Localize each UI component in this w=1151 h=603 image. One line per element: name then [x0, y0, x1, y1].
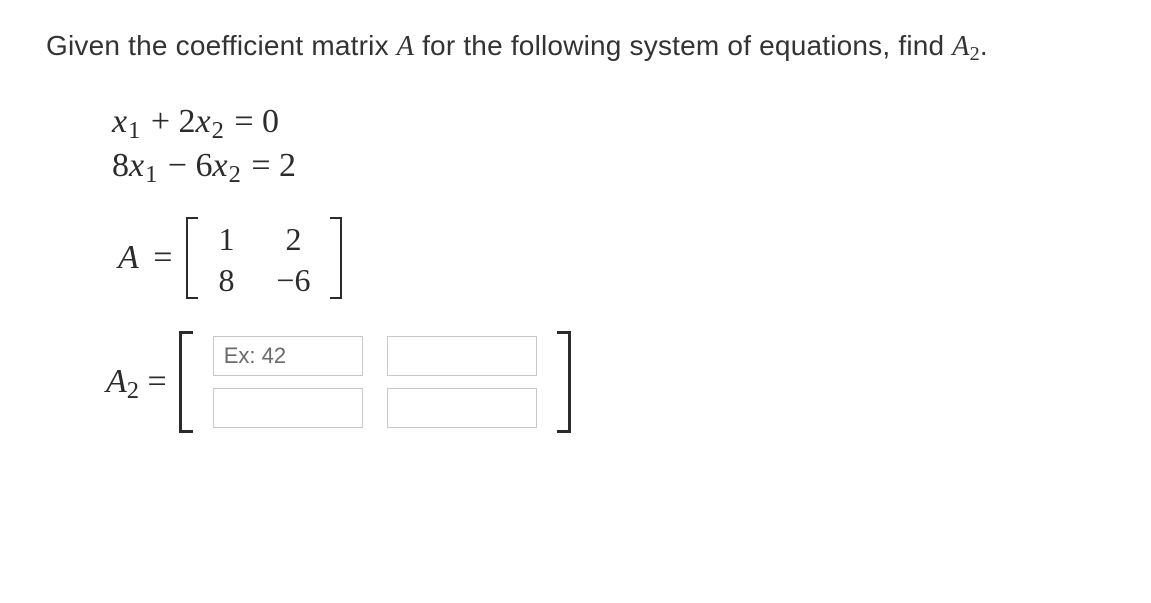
equation-system: x1 + 2x2 = 0 8x1 − 6x2 = 2 [112, 103, 1105, 185]
matrix-A-display: A = 1 2 8 −6 [118, 217, 1105, 299]
bracket-right-icon [326, 217, 342, 299]
eq1-c2: 2 [179, 103, 196, 140]
question-prompt: Given the coefficient matrix A for the f… [46, 30, 1105, 63]
matrixA-r1c1: 1 [218, 221, 234, 258]
prompt-A2: A [952, 31, 969, 62]
answer-row: A2 = [106, 331, 1105, 433]
matrix-A: 1 2 8 −6 [186, 217, 342, 299]
prompt-text-3: . [980, 30, 988, 61]
eq1-eq: = [226, 103, 262, 140]
answer-r2c2-input[interactable] [387, 388, 537, 428]
eq2-s2: 2 [229, 161, 241, 188]
answer-matrix [179, 331, 571, 433]
eq1-s2: 2 [212, 117, 224, 144]
matrixA-r2c1: 8 [218, 262, 234, 299]
matrixA-eq: = [145, 239, 173, 276]
bracket-left-icon [186, 217, 202, 299]
answer-r1c2-input[interactable] [387, 336, 537, 376]
equation-2: 8x1 − 6x2 = 2 [112, 147, 1105, 185]
answer-eq: = [139, 363, 167, 400]
matrixA-label: A [118, 239, 139, 276]
eq2-s1: 1 [145, 161, 157, 188]
matrixA-r2c2: −6 [276, 262, 310, 299]
prompt-A: A [397, 31, 414, 62]
eq1-op: + [142, 103, 178, 140]
eq2-rhs: 2 [279, 147, 296, 184]
matrixA-r1c2: 2 [285, 221, 301, 258]
bracket-left-icon [179, 331, 197, 433]
eq2-c1: 8 [112, 147, 129, 184]
prompt-A2-sub: 2 [970, 43, 980, 65]
answer-sub: 2 [127, 377, 139, 404]
equation-1: x1 + 2x2 = 0 [112, 103, 1105, 141]
eq2-x2: x [213, 147, 228, 184]
eq1-x1: x [112, 103, 127, 140]
prompt-text-1: Given the coefficient matrix [46, 30, 397, 61]
eq2-c2: 6 [196, 147, 213, 184]
eq1-s1: 1 [128, 117, 140, 144]
eq1-x2: x [196, 103, 211, 140]
prompt-text-2: for the following system of equations, f… [414, 30, 952, 61]
answer-r1c1-input[interactable] [213, 336, 363, 376]
eq2-op: − [159, 147, 195, 184]
answer-r2c1-input[interactable] [213, 388, 363, 428]
eq1-rhs: 0 [262, 103, 279, 140]
eq2-x1: x [129, 147, 144, 184]
eq2-eq: = [243, 147, 279, 184]
answer-label: A [106, 363, 127, 400]
bracket-right-icon [553, 331, 571, 433]
